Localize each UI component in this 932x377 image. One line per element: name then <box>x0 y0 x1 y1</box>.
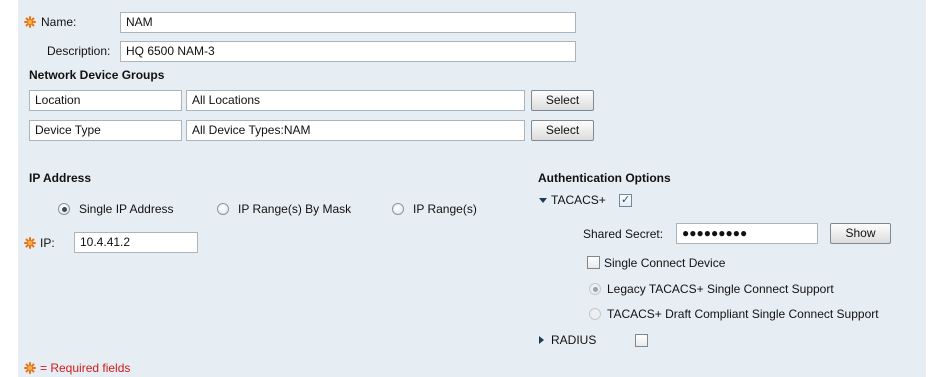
ip-address-field[interactable]: 10.4.41.2 <box>74 232 198 253</box>
ndg-heading: Network Device Groups <box>29 68 165 82</box>
required-icon <box>24 362 36 374</box>
description-field[interactable]: HQ 6500 NAM-3 <box>120 41 576 62</box>
name-label: Name: <box>41 15 77 29</box>
required-fields-note: = Required fields <box>40 361 131 375</box>
draft-compliant-label: TACACS+ Draft Compliant Single Connect S… <box>607 307 879 321</box>
tacacs-checkbox[interactable] <box>619 193 632 207</box>
tacacs-label: TACACS+ <box>551 193 606 207</box>
ip-range-label: IP Range(s) <box>413 202 477 216</box>
ndg-location-value[interactable]: All Locations <box>186 90 525 111</box>
legacy-single-connect-label: Legacy TACACS+ Single Connect Support <box>607 282 834 296</box>
ip-range-mask-radio[interactable] <box>217 203 229 215</box>
ip-range-mask-label: IP Range(s) By Mask <box>238 202 352 216</box>
single-ip-label: Single IP Address <box>79 202 174 216</box>
ndg-device-type-value[interactable]: All Device Types:NAM <box>186 120 525 141</box>
ndg-device-type-name: Device Type <box>29 120 182 141</box>
tacacs-expand-icon[interactable] <box>539 198 547 203</box>
required-icon <box>24 16 36 28</box>
ip-range-radio[interactable] <box>392 203 404 215</box>
select-device-type-button[interactable]: Select <box>531 120 594 141</box>
ip-label: IP: <box>40 236 55 250</box>
legacy-single-connect-radio[interactable] <box>589 283 601 295</box>
shared-secret-field[interactable]: ●●●●●●●●● <box>676 223 818 244</box>
single-connect-label: Single Connect Device <box>604 256 726 270</box>
radius-expand-icon[interactable] <box>539 336 544 344</box>
auth-heading: Authentication Options <box>538 171 671 185</box>
shared-secret-label: Shared Secret: <box>583 227 664 241</box>
radius-checkbox[interactable] <box>635 334 648 347</box>
device-form-panel: Name: NAM Description: HQ 6500 NAM-3 Net… <box>18 0 926 377</box>
description-label: Description: <box>47 44 111 58</box>
ip-heading: IP Address <box>29 171 92 185</box>
required-icon <box>24 237 36 249</box>
show-secret-button[interactable]: Show <box>830 223 891 244</box>
single-connect-checkbox[interactable] <box>587 256 600 269</box>
draft-compliant-radio[interactable] <box>589 308 601 320</box>
name-field[interactable]: NAM <box>120 12 576 33</box>
single-ip-radio[interactable] <box>58 203 70 215</box>
ndg-location-name: Location <box>29 90 182 111</box>
radius-label: RADIUS <box>551 333 597 347</box>
select-location-button[interactable]: Select <box>531 90 594 111</box>
